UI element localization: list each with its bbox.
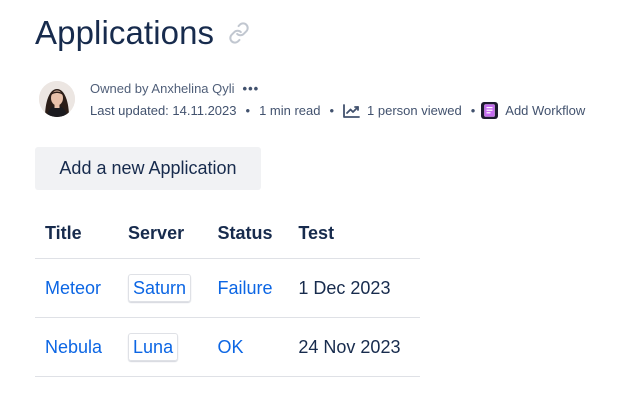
page-byline: Owned by Anxhelina Qyli ••• Last updated… <box>35 79 633 123</box>
applications-table: Title Server Status Test Meteor Saturn F… <box>35 208 420 377</box>
test-date: 24 Nov 2023 <box>298 336 401 357</box>
workflow-icon[interactable] <box>481 102 499 119</box>
column-header-status: Status <box>207 208 289 259</box>
page-info-line: Last updated: 14.11.2023 • 1 min read • … <box>90 102 585 119</box>
analytics-icon[interactable] <box>343 103 360 118</box>
test-date: 1 Dec 2023 <box>298 277 391 298</box>
link-icon[interactable] <box>226 20 252 46</box>
application-title-link[interactable]: Nebula <box>45 337 102 357</box>
separator: • <box>470 103 476 118</box>
application-title-link[interactable]: Meteor <box>45 278 101 298</box>
server-chip[interactable]: Luna <box>128 333 179 361</box>
column-header-test: Test <box>288 208 420 259</box>
add-application-button[interactable]: Add a new Application <box>35 147 261 190</box>
table-header-row: Title Server Status Test <box>35 208 420 259</box>
table-row: Meteor Saturn Failure 1 Dec 2023 <box>35 258 420 318</box>
page-title: Applications <box>35 14 215 51</box>
owner-text: Owned by Anxhelina Qyli <box>90 81 235 96</box>
table-row: Nebula Luna OK 24 Nov 2023 <box>35 317 420 377</box>
status-link[interactable]: Failure <box>218 278 273 298</box>
separator: • <box>245 103 251 118</box>
owner-line: Owned by Anxhelina Qyli ••• <box>90 81 259 96</box>
avatar[interactable] <box>39 81 75 117</box>
column-header-server: Server <box>118 208 208 259</box>
view-count[interactable]: 1 person viewed <box>367 103 462 118</box>
page-header: Applications <box>35 10 252 56</box>
separator: • <box>329 103 335 118</box>
status-link[interactable]: OK <box>218 337 244 357</box>
read-time: 1 min read <box>259 103 321 118</box>
add-workflow-link[interactable]: Add Workflow <box>505 103 585 118</box>
column-header-title: Title <box>35 208 119 259</box>
more-icon[interactable]: ••• <box>243 81 260 96</box>
server-chip[interactable]: Saturn <box>128 274 192 302</box>
last-updated: Last updated: 14.11.2023 <box>90 103 237 118</box>
